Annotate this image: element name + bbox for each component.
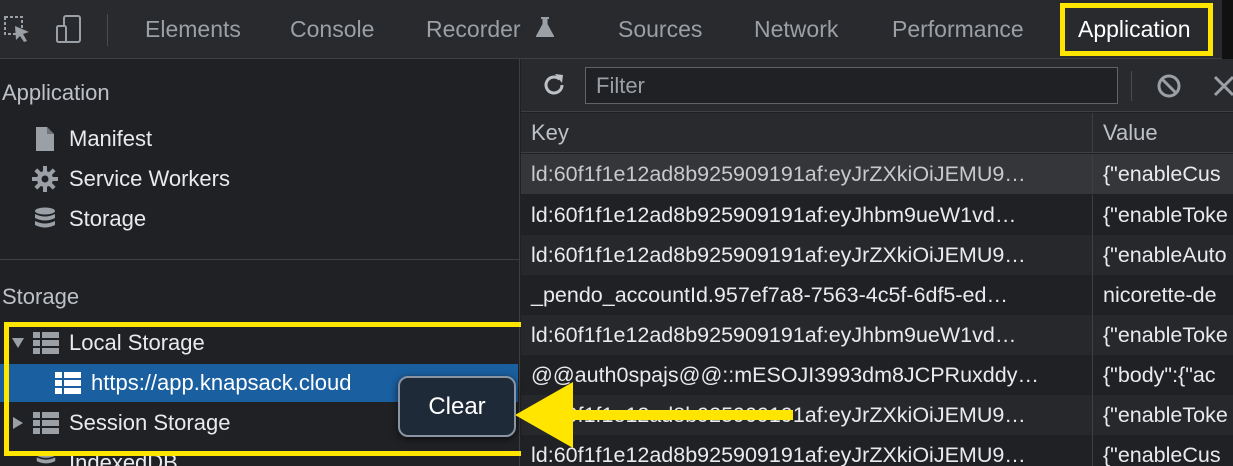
key-cell: _pendo_accountId.957ef7a8-7563-4c5f-6df5… [521,275,1093,315]
tab-sources[interactable]: Sources [618,0,702,59]
sidebar-item-label: Storage [69,206,147,231]
clear-all-icon[interactable] [1154,71,1184,101]
tab-network[interactable]: Network [754,0,838,59]
refresh-icon[interactable] [539,70,569,100]
active-tab-highlight [1060,3,1213,56]
devtools-tab-bar: Elements Console Recorder Sources Networ… [0,0,1233,59]
value-cell: nicorette-de [1103,283,1217,307]
tab-bar-edge [1222,0,1233,59]
sidebar-item-storage[interactable]: Storage [30,201,146,237]
storage-toolbar [521,59,1233,112]
device-toolbar-icon[interactable] [52,12,86,46]
tab-recorder[interactable]: Recorder [426,0,555,59]
key-cell: ld:60f1f1e12ad8b925909191af:eyJrZXkiOiJE… [521,154,1093,194]
toolbar-separator [1131,71,1132,101]
document-icon [30,124,60,154]
column-header-value[interactable]: Value [1093,113,1233,153]
database-icon [30,204,60,234]
table-header: Key Value [521,113,1233,153]
tab-elements[interactable]: Elements [145,0,241,59]
section-title-application: Application [2,80,110,105]
sidebar-divider [0,259,520,260]
value-cell: {"enableCus [1103,443,1221,466]
value-cell: {"enableToke [1103,323,1228,347]
sidebar-item-service-workers[interactable]: Service Workers [30,161,230,197]
toolbar-separator [107,14,108,46]
inspect-element-icon[interactable] [0,12,34,46]
filter-input[interactable] [585,67,1118,104]
sidebar-item-manifest[interactable]: Manifest [30,121,152,157]
key-cell: ld:60f1f1e12ad8b925909191af:eyJhbm9ueW1v… [521,195,1093,235]
table-row[interactable]: ld:60f1f1e12ad8b925909191af:eyJhbm9ueW1v… [521,315,1233,355]
table-row[interactable]: ld:60f1f1e12ad8b925909191af:eyJhbm9ueW1v… [521,195,1233,235]
pointer-arrow-icon [515,382,793,448]
gear-icon [30,164,60,194]
tab-performance[interactable]: Performance [892,0,1024,59]
context-menu-clear[interactable]: Clear [398,376,516,437]
close-icon[interactable] [1209,71,1233,101]
section-title-storage: Storage [2,284,80,309]
flask-icon [535,1,555,60]
tab-console[interactable]: Console [290,0,374,59]
key-cell: ld:60f1f1e12ad8b925909191af:eyJhbm9ueW1v… [521,315,1093,355]
table-row[interactable]: _pendo_accountId.957ef7a8-7563-4c5f-6df5… [521,275,1233,315]
value-cell: {"enableToke [1103,403,1228,427]
value-cell: {"enableAuto [1103,243,1227,267]
sidebar-item-label: Manifest [69,126,153,151]
key-cell: ld:60f1f1e12ad8b925909191af:eyJrZXkiOiJE… [521,235,1093,275]
value-cell: {"enableToke [1103,203,1228,227]
table-row[interactable]: ld:60f1f1e12ad8b925909191af:eyJrZXkiOiJE… [521,154,1233,194]
sidebar-item-label: Service Workers [69,166,230,191]
clear-menu-item[interactable]: Clear [428,393,485,421]
value-cell: {"enableCus [1103,162,1221,186]
value-cell: {"body":{"ac [1103,363,1216,387]
column-header-key[interactable]: Key [521,113,1093,153]
table-row[interactable]: ld:60f1f1e12ad8b925909191af:eyJrZXkiOiJE… [521,235,1233,275]
